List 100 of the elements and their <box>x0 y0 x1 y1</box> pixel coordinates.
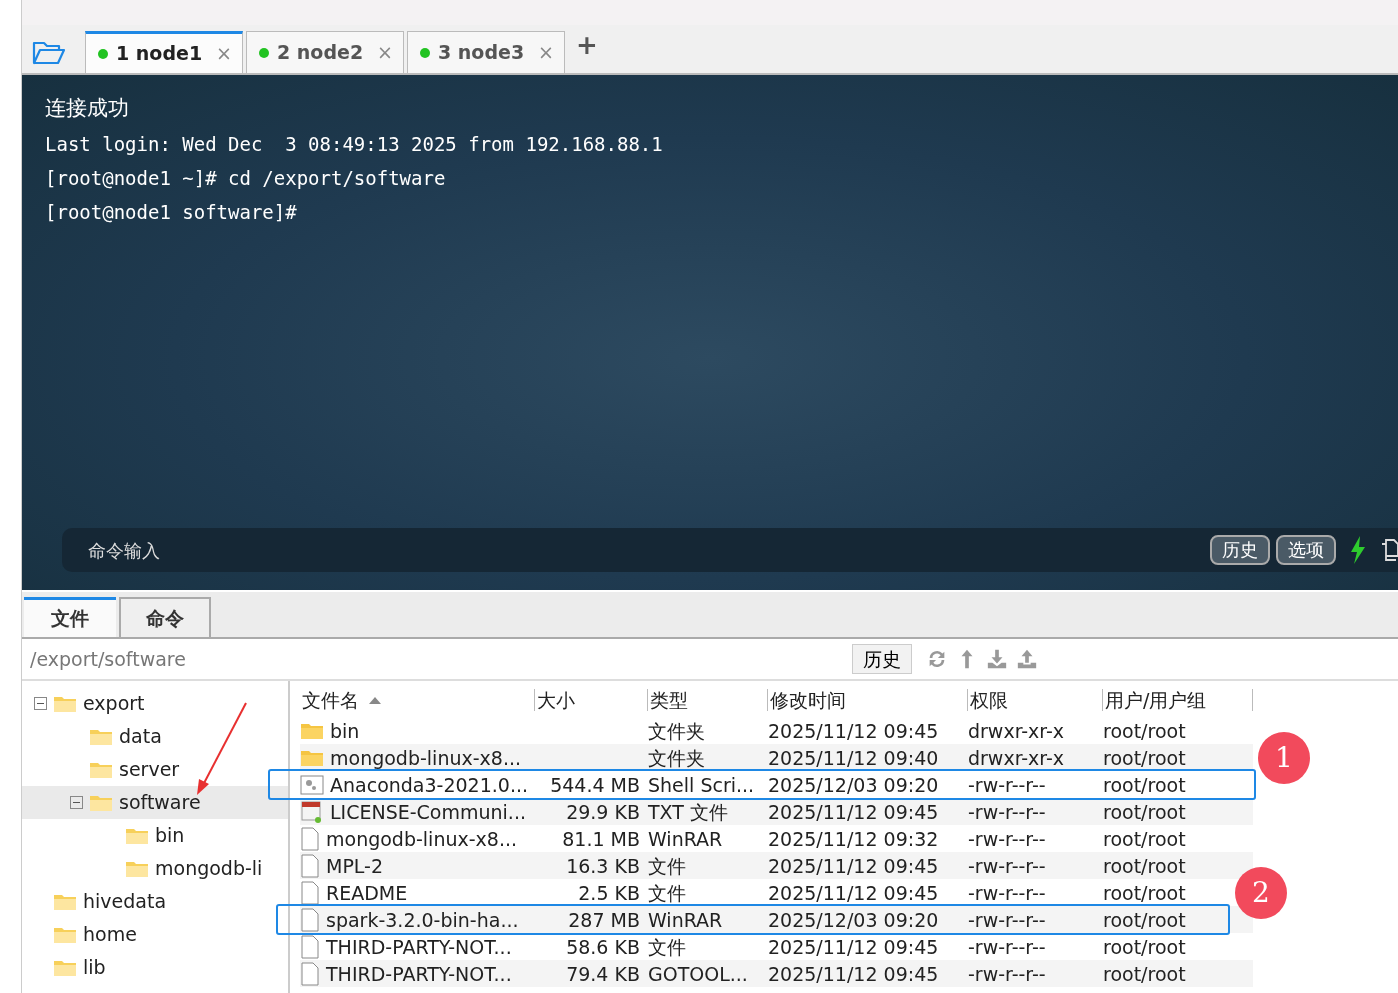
file-name[interactable]: MPL-2 <box>326 852 384 881</box>
session-tab[interactable]: 2 node2 × <box>246 31 404 73</box>
session-tab[interactable]: 1 node1 × <box>85 31 243 73</box>
file-name[interactable]: THIRD-PARTY-NOT... <box>326 933 512 962</box>
command-input[interactable]: 命令输入 历史 选项 <box>62 528 1398 572</box>
column-header[interactable]: 大小 <box>535 689 648 711</box>
folder-icon <box>125 859 149 878</box>
sort-icon[interactable] <box>369 696 381 704</box>
tree-item[interactable]: mongodb-li <box>22 852 288 885</box>
tree-item[interactable]: data <box>22 720 288 753</box>
table-cell-text: -rw-r--r-- <box>968 935 1047 960</box>
collapse-icon[interactable] <box>70 796 83 809</box>
table-cell-text: root/root <box>1103 746 1187 771</box>
lightning-icon[interactable] <box>1350 536 1366 564</box>
folder-icon <box>53 694 77 713</box>
folder-icon <box>53 958 77 977</box>
table-cell-text: 2025/11/12 09:40 <box>768 746 940 771</box>
table-cell-text: root/root <box>1103 935 1187 960</box>
table-cell-text: root/root <box>1103 962 1187 987</box>
callout-badge: 2 <box>1235 867 1287 919</box>
copy-icon[interactable] <box>1380 538 1398 562</box>
upload-icon[interactable] <box>1016 648 1038 670</box>
table-cell-text: 58.6 KB <box>565 935 641 960</box>
column-header[interactable]: 用户/用户组 <box>1103 689 1253 711</box>
table-cell-text: root/root <box>1103 827 1187 852</box>
tree-item[interactable]: bin <box>22 819 288 852</box>
terminal-button[interactable]: 历史 <box>1210 535 1270 565</box>
column-header[interactable]: 类型 <box>648 689 768 711</box>
session-tab[interactable]: 3 node3 × <box>407 31 565 73</box>
gear-file-icon <box>300 774 324 797</box>
file-name[interactable]: Anaconda3-2021.0... <box>330 771 529 800</box>
folder-icon <box>125 826 149 845</box>
table-cell-text: 2025/11/12 09:45 <box>768 881 940 906</box>
table-cell-text: -rw-r--r-- <box>968 881 1047 906</box>
file-icon <box>300 881 320 906</box>
table-cell-text: 2.5 KB <box>577 881 641 906</box>
table-cell-text: root/root <box>1103 881 1187 906</box>
table-cell-text: -rw-r--r-- <box>968 854 1047 879</box>
file-name[interactable]: LICENSE-Communi... <box>330 798 526 827</box>
table-cell-text: 16.3 KB <box>565 854 641 879</box>
tree-item[interactable]: hivedata <box>22 885 288 918</box>
table-cell-text: root/root <box>1103 773 1187 798</box>
file-name[interactable]: THIRD-PARTY-NOT... <box>326 960 512 989</box>
table-cell-text: 文件 <box>648 854 687 879</box>
add-tab-button[interactable]: + <box>576 26 598 65</box>
file-name[interactable]: mongodb-linux-x8... <box>330 744 522 773</box>
table-cell-text: drwxr-xr-x <box>968 719 1066 744</box>
callout-badge: 1 <box>1258 732 1310 784</box>
folder-icon <box>89 727 113 746</box>
path-field[interactable]: /export/software <box>30 644 186 674</box>
table-cell-text: root/root <box>1103 908 1187 933</box>
table-cell-text: 2025/11/12 09:45 <box>768 719 940 744</box>
panel-tab[interactable]: 命令 <box>119 597 211 637</box>
table-cell-text: WinRAR <box>648 827 724 852</box>
table-cell-text: -rw-r--r-- <box>968 908 1047 933</box>
folder-icon <box>300 749 324 768</box>
table-cell-text: root/root <box>1103 854 1187 879</box>
table-cell-text: root/root <box>1103 800 1187 825</box>
table-cell-text: 287 MB <box>567 908 641 933</box>
file-name[interactable]: mongodb-linux-x8... <box>326 825 518 854</box>
folder-icon[interactable] <box>32 39 66 65</box>
download-icon[interactable] <box>986 648 1008 670</box>
status-message: 连接成功 <box>45 95 130 122</box>
table-cell-text: -rw-r--r-- <box>968 800 1047 825</box>
folder-icon <box>89 760 113 779</box>
panel-tab[interactable]: 文件 <box>24 597 116 637</box>
tree-item[interactable]: server <box>22 753 288 786</box>
tree-item[interactable]: export <box>22 687 288 720</box>
column-header[interactable]: 文件名 <box>300 689 535 711</box>
collapse-icon[interactable] <box>34 697 47 710</box>
table-cell-text: 文件夹 <box>648 719 706 744</box>
terminal-line: [root@node1 ~]# cd /export/software <box>45 166 447 191</box>
table-cell-text: 2025/11/12 09:45 <box>768 854 940 879</box>
table-cell-text: -rw-r--r-- <box>968 962 1047 987</box>
terminal-button[interactable]: 选项 <box>1276 535 1336 565</box>
tree-item[interactable]: lib <box>22 951 288 984</box>
table-cell-text: 2025/11/12 09:45 <box>768 800 940 825</box>
tree-item[interactable]: home <box>22 918 288 951</box>
file-name[interactable]: bin <box>330 717 360 746</box>
table-cell-text: Shell Scri... <box>648 773 756 798</box>
table-cell-text: -rw-r--r-- <box>968 827 1047 852</box>
table-cell-text: root/root <box>1103 719 1187 744</box>
tree-item[interactable]: software <box>22 786 288 819</box>
table-cell-text: -rw-r--r-- <box>968 773 1047 798</box>
status-dot <box>420 47 430 58</box>
folder-icon <box>53 892 77 911</box>
table-cell-text: 文件夹 <box>648 746 706 771</box>
file-name[interactable]: README <box>326 879 408 908</box>
table-cell-text: 文件 <box>648 935 687 960</box>
folder-icon <box>53 925 77 944</box>
history-button[interactable]: 历史 <box>852 644 912 674</box>
column-header[interactable]: 权限 <box>968 689 1103 711</box>
folder-icon <box>89 793 113 812</box>
table-cell-text: 2025/11/12 09:32 <box>768 827 940 852</box>
table-cell-text: 2025/12/03 09:20 <box>768 908 940 933</box>
table-cell-text: TXT 文件 <box>648 800 729 825</box>
table-cell-text: 文件 <box>648 881 687 906</box>
table-cell-text: 544.4 MB <box>549 773 641 798</box>
file-name[interactable]: spark-3.2.0-bin-ha... <box>326 906 519 935</box>
column-header[interactable]: 修改时间 <box>768 689 968 711</box>
